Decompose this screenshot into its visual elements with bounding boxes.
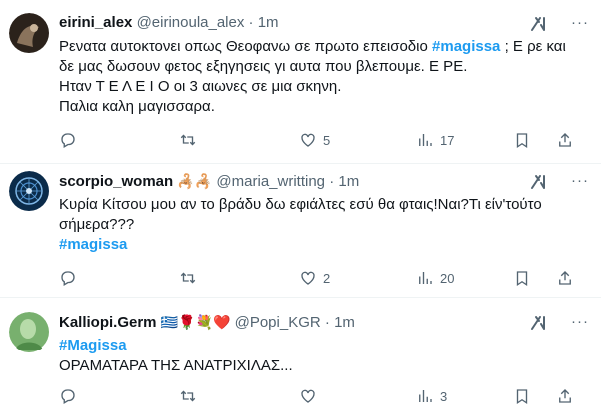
handle[interactable]: @maria_writting	[216, 173, 325, 190]
text-line: σήμερα???	[59, 216, 135, 233]
retweet-button[interactable]	[179, 386, 197, 406]
display-name[interactable]: Kalliopi.Germ	[59, 314, 157, 331]
view-count: 20	[440, 270, 455, 286]
like-button[interactable]: 2	[299, 268, 330, 288]
text-line: ΟΡΑΜΑΤΑΡΑ ΤΗΣ ΑΝΑΤΡΙΧΙΛΑΣ...	[59, 357, 293, 374]
like-icon	[301, 133, 315, 147]
text-line: Παλια καλη μαγισσαρα.	[59, 98, 215, 115]
share-button[interactable]	[556, 386, 574, 406]
bookmark-icon	[516, 271, 528, 287]
text-line: δε μας δωσουν φετος εξηγησεις γι αυτα πο…	[59, 58, 468, 75]
share-icon	[559, 133, 571, 147]
grok-icon[interactable]	[529, 314, 547, 337]
share-icon	[559, 271, 571, 285]
timestamp[interactable]: 1m	[258, 14, 279, 31]
like-count: 5	[323, 132, 331, 148]
timestamp[interactable]: 1m	[334, 314, 355, 331]
more-icon[interactable]: ···	[571, 171, 589, 191]
views-button[interactable]: 20	[416, 268, 454, 288]
views-icon	[419, 272, 432, 284]
text-line: Ηταν Τ Ε Λ Ε Ι Ο οι 3 αιωνες σε μια σκην…	[59, 78, 342, 95]
action-bar: 2 20	[59, 268, 589, 288]
separator-dot: ·	[324, 314, 330, 331]
tweet-header: scorpio_woman 🦂🦂 @maria_writting · 1m ··…	[59, 171, 589, 191]
retweet-button[interactable]	[179, 130, 197, 150]
text-line: Κυρία Κίτσου μου αν το βράδυ δω εφιάλτες…	[59, 196, 542, 213]
name-emoji: 🦂🦂	[177, 173, 213, 189]
tweet-feed: eirini_alex @eirinoula_alex · 1m ··· Ρεν…	[0, 0, 601, 408]
avatar[interactable]	[9, 171, 50, 212]
bookmark-icon	[516, 389, 528, 405]
display-name[interactable]: scorpio_woman	[59, 173, 173, 190]
grok-icon[interactable]	[529, 15, 547, 38]
handle[interactable]: @Popi_KGR	[235, 314, 321, 331]
tweet-text: Κυρία Κίτσου μου αν το βράδυ δω εφιάλτες…	[59, 195, 589, 255]
retweet-button[interactable]	[179, 268, 197, 288]
more-icon[interactable]: ···	[571, 312, 589, 332]
bookmark-icon	[516, 133, 528, 149]
bookmark-button[interactable]	[513, 130, 531, 150]
tweet-text: Ρενατα αυτοκτονει οπως Θεοφανω σε πρωτο …	[59, 37, 589, 117]
hashtag-link[interactable]: #Magissa	[59, 336, 589, 356]
text-line: Ρενατα αυτοκτονει οπως Θεοφανω σε πρωτο …	[59, 37, 589, 57]
views-icon	[419, 390, 432, 402]
reply-icon	[61, 133, 75, 148]
text-segment: Ρενατα αυτοκτονει οπως Θεοφανω σε πρωτο …	[59, 38, 433, 55]
hashtag-link[interactable]: #magissa	[59, 235, 589, 255]
name-emoji: 🇬🇷🌹💐❤️	[160, 314, 231, 330]
retweet-icon	[180, 134, 196, 146]
views-button[interactable]: 17	[416, 130, 454, 150]
retweet-icon	[180, 390, 196, 402]
text-segment: ; Ε ρε και	[500, 38, 566, 55]
tweet-header: Kalliopi.Germ 🇬🇷🌹💐❤️ @Popi_KGR · 1m ···	[59, 312, 589, 332]
bookmark-button[interactable]	[513, 386, 531, 406]
like-count: 2	[323, 270, 331, 286]
reply-button[interactable]	[59, 130, 77, 150]
share-button[interactable]	[556, 268, 574, 288]
action-bar: 3	[59, 386, 589, 406]
views-icon	[419, 134, 432, 146]
tweet-text: #Magissa ΟΡΑΜΑΤΑΡΑ ΤΗΣ ΑΝΑΤΡΙΧΙΛΑΣ...	[59, 336, 589, 376]
reply-icon	[61, 271, 75, 286]
reply-button[interactable]	[59, 268, 77, 288]
retweet-icon	[180, 272, 196, 284]
avatar[interactable]	[9, 13, 50, 54]
share-button[interactable]	[556, 130, 574, 150]
bookmark-button[interactable]	[513, 268, 531, 288]
tweet-header: eirini_alex @eirinoula_alex · 1m ···	[59, 13, 589, 33]
reply-icon	[61, 389, 75, 404]
grok-icon[interactable]	[529, 173, 547, 196]
hashtag-link[interactable]: #magissa	[432, 38, 500, 55]
views-button[interactable]: 3	[416, 386, 447, 406]
like-button[interactable]: 5	[299, 130, 330, 150]
display-name[interactable]: eirini_alex	[59, 14, 132, 31]
share-icon	[559, 389, 571, 403]
action-bar: 5 17	[59, 130, 589, 150]
view-count: 3	[440, 388, 448, 404]
more-icon[interactable]: ···	[571, 13, 589, 33]
handle[interactable]: @eirinoula_alex	[137, 14, 245, 31]
timestamp[interactable]: 1m	[338, 173, 359, 190]
avatar[interactable]	[9, 312, 50, 353]
reply-button[interactable]	[59, 386, 77, 406]
view-count: 17	[440, 132, 455, 148]
like-button[interactable]	[299, 386, 317, 406]
separator-dot: ·	[329, 173, 335, 190]
like-icon	[301, 271, 315, 285]
like-icon	[301, 389, 315, 403]
separator-dot: ·	[248, 14, 254, 31]
